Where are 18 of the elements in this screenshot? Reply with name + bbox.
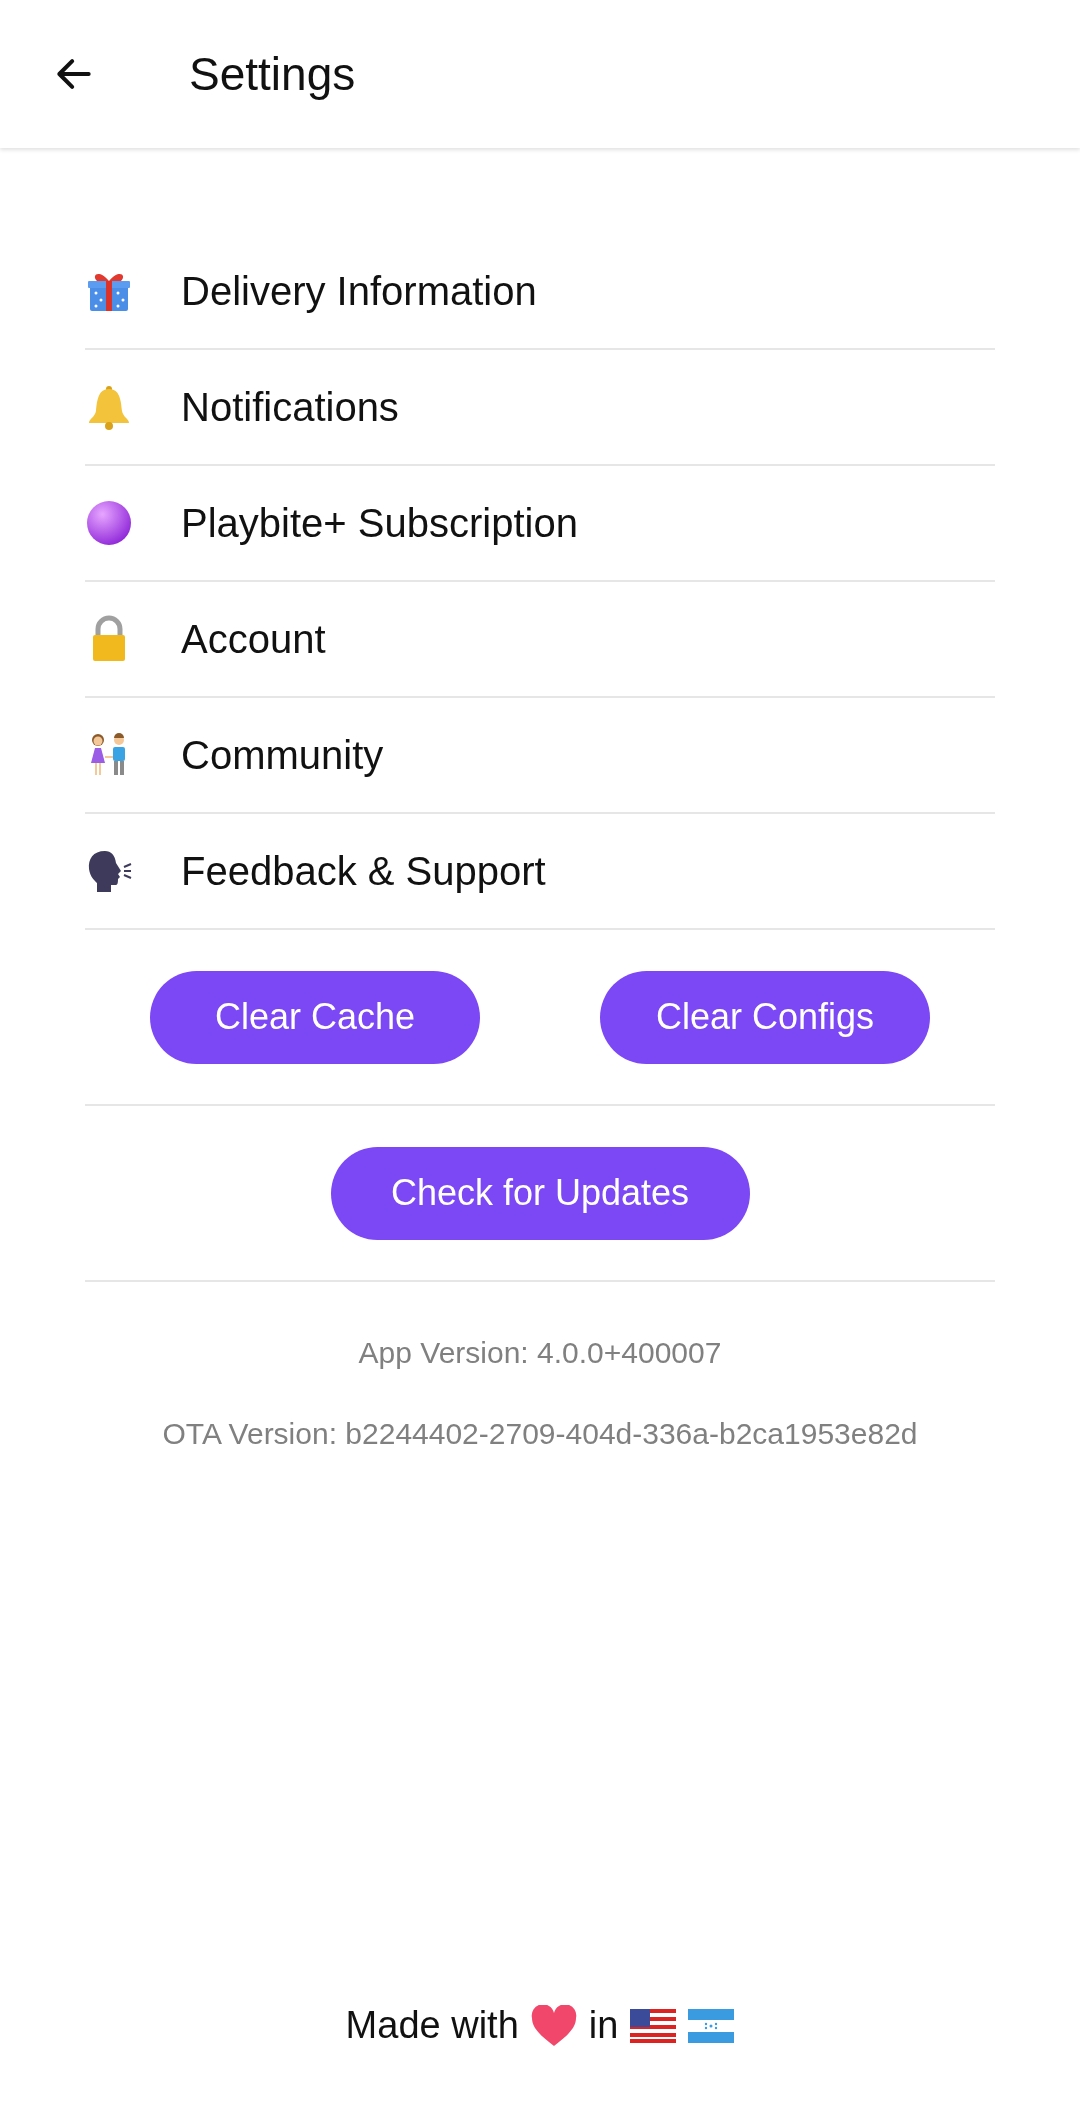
- flag-icon: [630, 2008, 677, 2043]
- orb-icon: [85, 499, 133, 547]
- footer-text: Made with: [345, 2003, 519, 2048]
- settings-item[interactable]: Community: [85, 698, 995, 814]
- clear-button[interactable]: Clear Configs: [600, 970, 930, 1064]
- ota-version: OTA Version: b2244402-2709-404d-336a-b2ca1953e82d: [162, 1416, 918, 1452]
- footer-text: in: [588, 2003, 619, 2048]
- clear-button[interactable]: Clear Cache: [150, 970, 480, 1064]
- page-title: Settings: [189, 46, 356, 102]
- settings-item[interactable]: Playbite+ Subscription: [85, 466, 995, 582]
- settings-item[interactable]: Feedback & Support: [85, 814, 995, 930]
- app-version: App Version: 4.0.0+400007: [358, 1335, 722, 1371]
- heart-icon: [530, 2004, 577, 2047]
- check-updates-button[interactable]: Check for Updates: [330, 1146, 750, 1240]
- settings-item[interactable]: Delivery Information: [85, 234, 995, 350]
- settings-item[interactable]: Account: [85, 582, 995, 698]
- settings-item[interactable]: Notifications: [85, 350, 995, 466]
- flag-icon: [688, 2008, 735, 2043]
